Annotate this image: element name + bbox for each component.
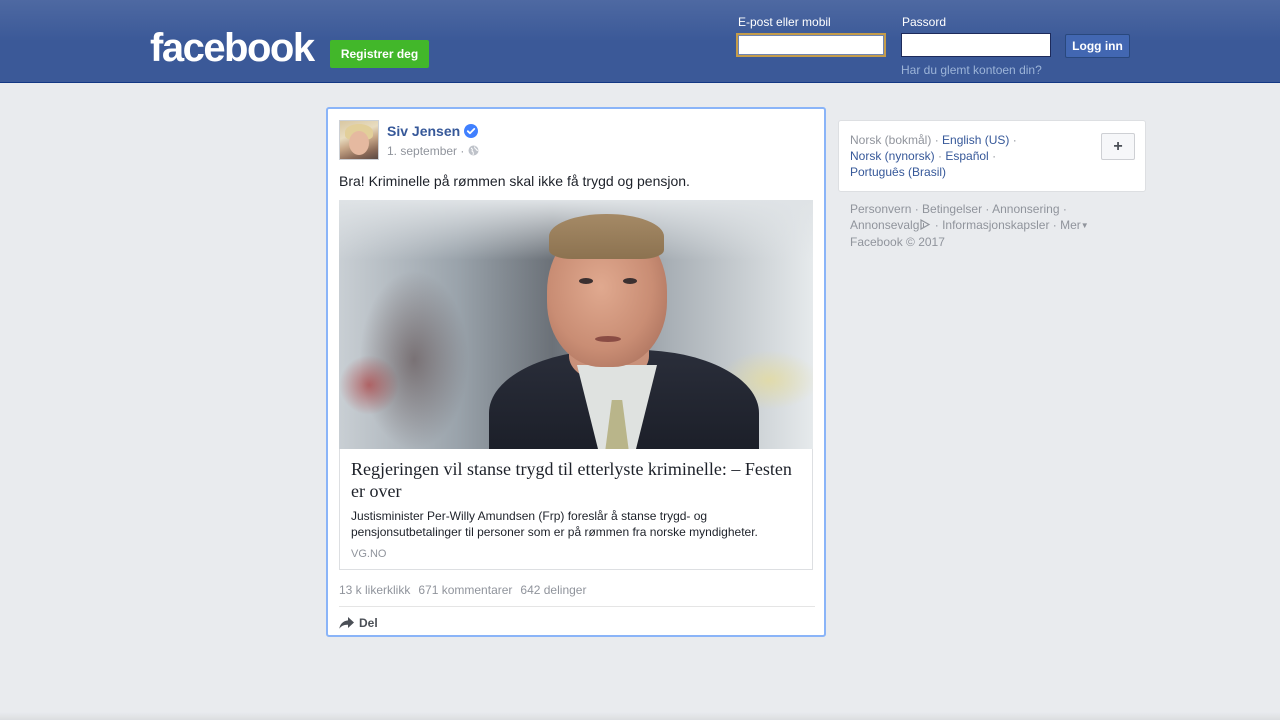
register-button[interactable]: Registrer deg <box>330 40 429 68</box>
terms-link[interactable]: Betingelser <box>922 202 982 216</box>
adchoices-icon <box>920 219 931 230</box>
language-spanish[interactable]: Español <box>945 149 988 163</box>
privacy-link[interactable]: Personvern <box>850 202 911 216</box>
language-portuguese[interactable]: Português (Brasil) <box>850 165 946 179</box>
cookies-link[interactable]: Informasjonskapsler <box>942 218 1049 232</box>
more-menu[interactable]: Mer▼ <box>1060 218 1089 232</box>
forgot-account-link[interactable]: Har du glemt kontoen din? <box>901 63 1042 77</box>
share-button[interactable]: Del <box>339 614 378 632</box>
language-english[interactable]: English (US) <box>942 133 1009 147</box>
likes-count[interactable]: 13 k likerklikk <box>339 583 410 597</box>
language-nynorsk[interactable]: Norsk (nynorsk) <box>850 149 935 163</box>
globe-icon <box>468 145 479 156</box>
email-label: E-post eller mobil <box>738 15 831 29</box>
post-stats: 13 k likerklikk 671 kommentarer 642 deli… <box>339 583 586 597</box>
comments-count[interactable]: 671 kommentarer <box>418 583 512 597</box>
action-divider <box>339 606 815 607</box>
post-timestamp[interactable]: 1. september · <box>387 144 464 158</box>
link-preview[interactable]: Regjeringen vil stanse trygd til etterly… <box>339 200 813 570</box>
link-description: Justisminister Per-Willy Amundsen (Frp) … <box>351 509 758 539</box>
more-label: Mer <box>1060 218 1081 232</box>
link-source: VG.NO <box>351 548 387 560</box>
post-card: Siv Jensen 1. september · Bra! Kriminell… <box>326 107 826 637</box>
link-preview-image[interactable] <box>339 200 813 449</box>
language-current: Norsk (bokmål) <box>850 133 932 147</box>
author-avatar[interactable] <box>339 120 379 160</box>
language-list: Norsk (bokmål) · English (US) · Norsk (n… <box>850 133 1017 179</box>
email-field[interactable] <box>736 33 886 57</box>
adchoices-link[interactable]: Annonsevalg <box>850 218 931 232</box>
share-icon <box>339 617 354 629</box>
language-selector: Norsk (bokmål) · English (US) · Norsk (n… <box>838 120 1146 192</box>
author-name[interactable]: Siv Jensen <box>387 123 460 139</box>
copyright: Facebook © 2017 <box>850 235 945 249</box>
adchoices-label: Annonsevalg <box>850 218 920 232</box>
advertising-link[interactable]: Annonsering <box>992 202 1059 216</box>
top-bar: facebook Registrer deg E-post eller mobi… <box>0 0 1280 83</box>
add-language-button[interactable]: + <box>1101 133 1135 160</box>
facebook-logo[interactable]: facebook <box>150 26 315 70</box>
shares-count[interactable]: 642 delinger <box>520 583 586 597</box>
verified-badge-icon <box>464 124 478 138</box>
login-button[interactable]: Logg inn <box>1065 34 1130 58</box>
footer-links: Personvern · Betingelser · Annonsering ·… <box>850 202 1089 249</box>
link-title[interactable]: Regjeringen vil stanse trygd til etterly… <box>351 458 806 502</box>
share-label: Del <box>359 616 378 630</box>
caret-down-icon: ▼ <box>1080 221 1089 230</box>
post-text: Bra! Kriminelle på rømmen skal ikke få t… <box>339 173 690 189</box>
bottom-shadow <box>0 712 1280 720</box>
password-field[interactable] <box>901 33 1051 57</box>
password-label: Passord <box>902 15 947 29</box>
